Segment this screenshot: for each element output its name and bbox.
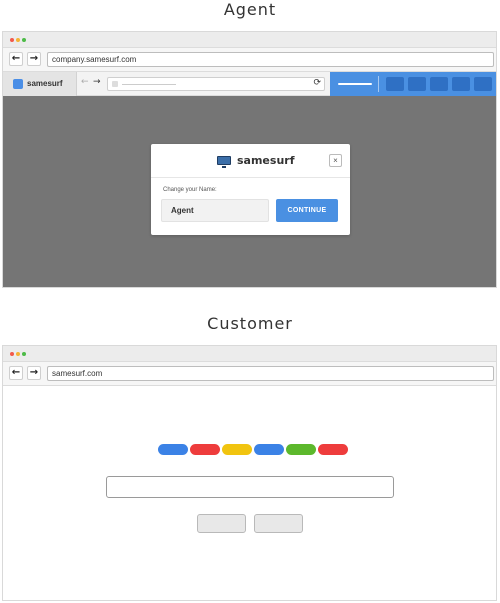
control-button-2[interactable] bbox=[408, 77, 426, 91]
change-name-modal: samesurf × Change your Name: Agent CONTI… bbox=[151, 144, 350, 235]
samesurf-logo-icon bbox=[13, 79, 23, 89]
agent-browser-window: ← → company.samesurf.com samesurf ← → ⟳ bbox=[2, 31, 497, 288]
inner-forward-arrow-icon[interactable]: → bbox=[93, 77, 101, 87]
customer-url-field[interactable]: samesurf.com bbox=[47, 366, 494, 381]
agent-url-field[interactable]: company.samesurf.com bbox=[47, 52, 494, 67]
minimize-window-dot[interactable] bbox=[16, 352, 20, 356]
continue-button[interactable]: CONTINUE bbox=[276, 199, 338, 222]
close-window-dot[interactable] bbox=[10, 38, 14, 42]
modal-header: samesurf × bbox=[151, 144, 350, 178]
agent-app-toolbar: samesurf ← → ⟳ bbox=[3, 72, 496, 96]
customer-section-title: Customer bbox=[207, 314, 293, 333]
logo-pill-blue bbox=[158, 444, 188, 455]
back-arrow-icon[interactable]: ← bbox=[9, 52, 23, 66]
search-input[interactable] bbox=[106, 476, 394, 498]
logo-pill-yellow bbox=[222, 444, 252, 455]
monitor-icon bbox=[217, 156, 231, 168]
close-icon[interactable]: × bbox=[329, 154, 342, 167]
modal-backdrop: samesurf × Change your Name: Agent CONTI… bbox=[3, 96, 496, 287]
logo-pill-green bbox=[286, 444, 316, 455]
agent-control-panel bbox=[330, 72, 496, 96]
customer-address-bar: ← → samesurf.com bbox=[3, 362, 496, 386]
logo-pill-blue bbox=[254, 444, 284, 455]
logo-pill-red bbox=[190, 444, 220, 455]
brand-tab-label: samesurf bbox=[27, 79, 63, 88]
agent-section-title: Agent bbox=[223, 0, 277, 19]
control-divider bbox=[378, 76, 379, 92]
agent-address-bar: ← → company.samesurf.com bbox=[3, 48, 496, 72]
secondary-search-button[interactable] bbox=[254, 514, 303, 533]
samesurf-brand-tab[interactable]: samesurf bbox=[3, 72, 77, 96]
name-field-label: Change your Name: bbox=[163, 187, 217, 193]
control-button-4[interactable] bbox=[452, 77, 470, 91]
maximize-window-dot[interactable] bbox=[22, 38, 26, 42]
control-button-5[interactable] bbox=[474, 77, 492, 91]
inner-back-arrow-icon[interactable]: ← bbox=[81, 77, 89, 87]
control-button-1[interactable] bbox=[386, 77, 404, 91]
search-button[interactable] bbox=[197, 514, 246, 533]
control-slider-line[interactable] bbox=[338, 83, 372, 85]
modal-brand-name: samesurf bbox=[237, 154, 295, 167]
customer-browser-window: ← → samesurf.com bbox=[2, 345, 497, 601]
customer-titlebar bbox=[3, 346, 496, 362]
forward-arrow-icon[interactable]: → bbox=[27, 366, 41, 380]
minimize-window-dot[interactable] bbox=[16, 38, 20, 42]
maximize-window-dot[interactable] bbox=[22, 352, 26, 356]
customer-page-content bbox=[3, 386, 496, 600]
back-arrow-icon[interactable]: ← bbox=[9, 366, 23, 380]
reload-icon[interactable]: ⟳ bbox=[313, 78, 321, 88]
page-favicon-icon bbox=[112, 81, 118, 87]
control-button-3[interactable] bbox=[430, 77, 448, 91]
close-window-dot[interactable] bbox=[10, 352, 14, 356]
logo-pill-red bbox=[318, 444, 348, 455]
name-input[interactable]: Agent bbox=[161, 199, 269, 222]
cobrowse-url-field[interactable]: ⟳ bbox=[107, 77, 325, 91]
url-placeholder-line bbox=[122, 84, 176, 85]
agent-titlebar bbox=[3, 32, 496, 48]
forward-arrow-icon[interactable]: → bbox=[27, 52, 41, 66]
